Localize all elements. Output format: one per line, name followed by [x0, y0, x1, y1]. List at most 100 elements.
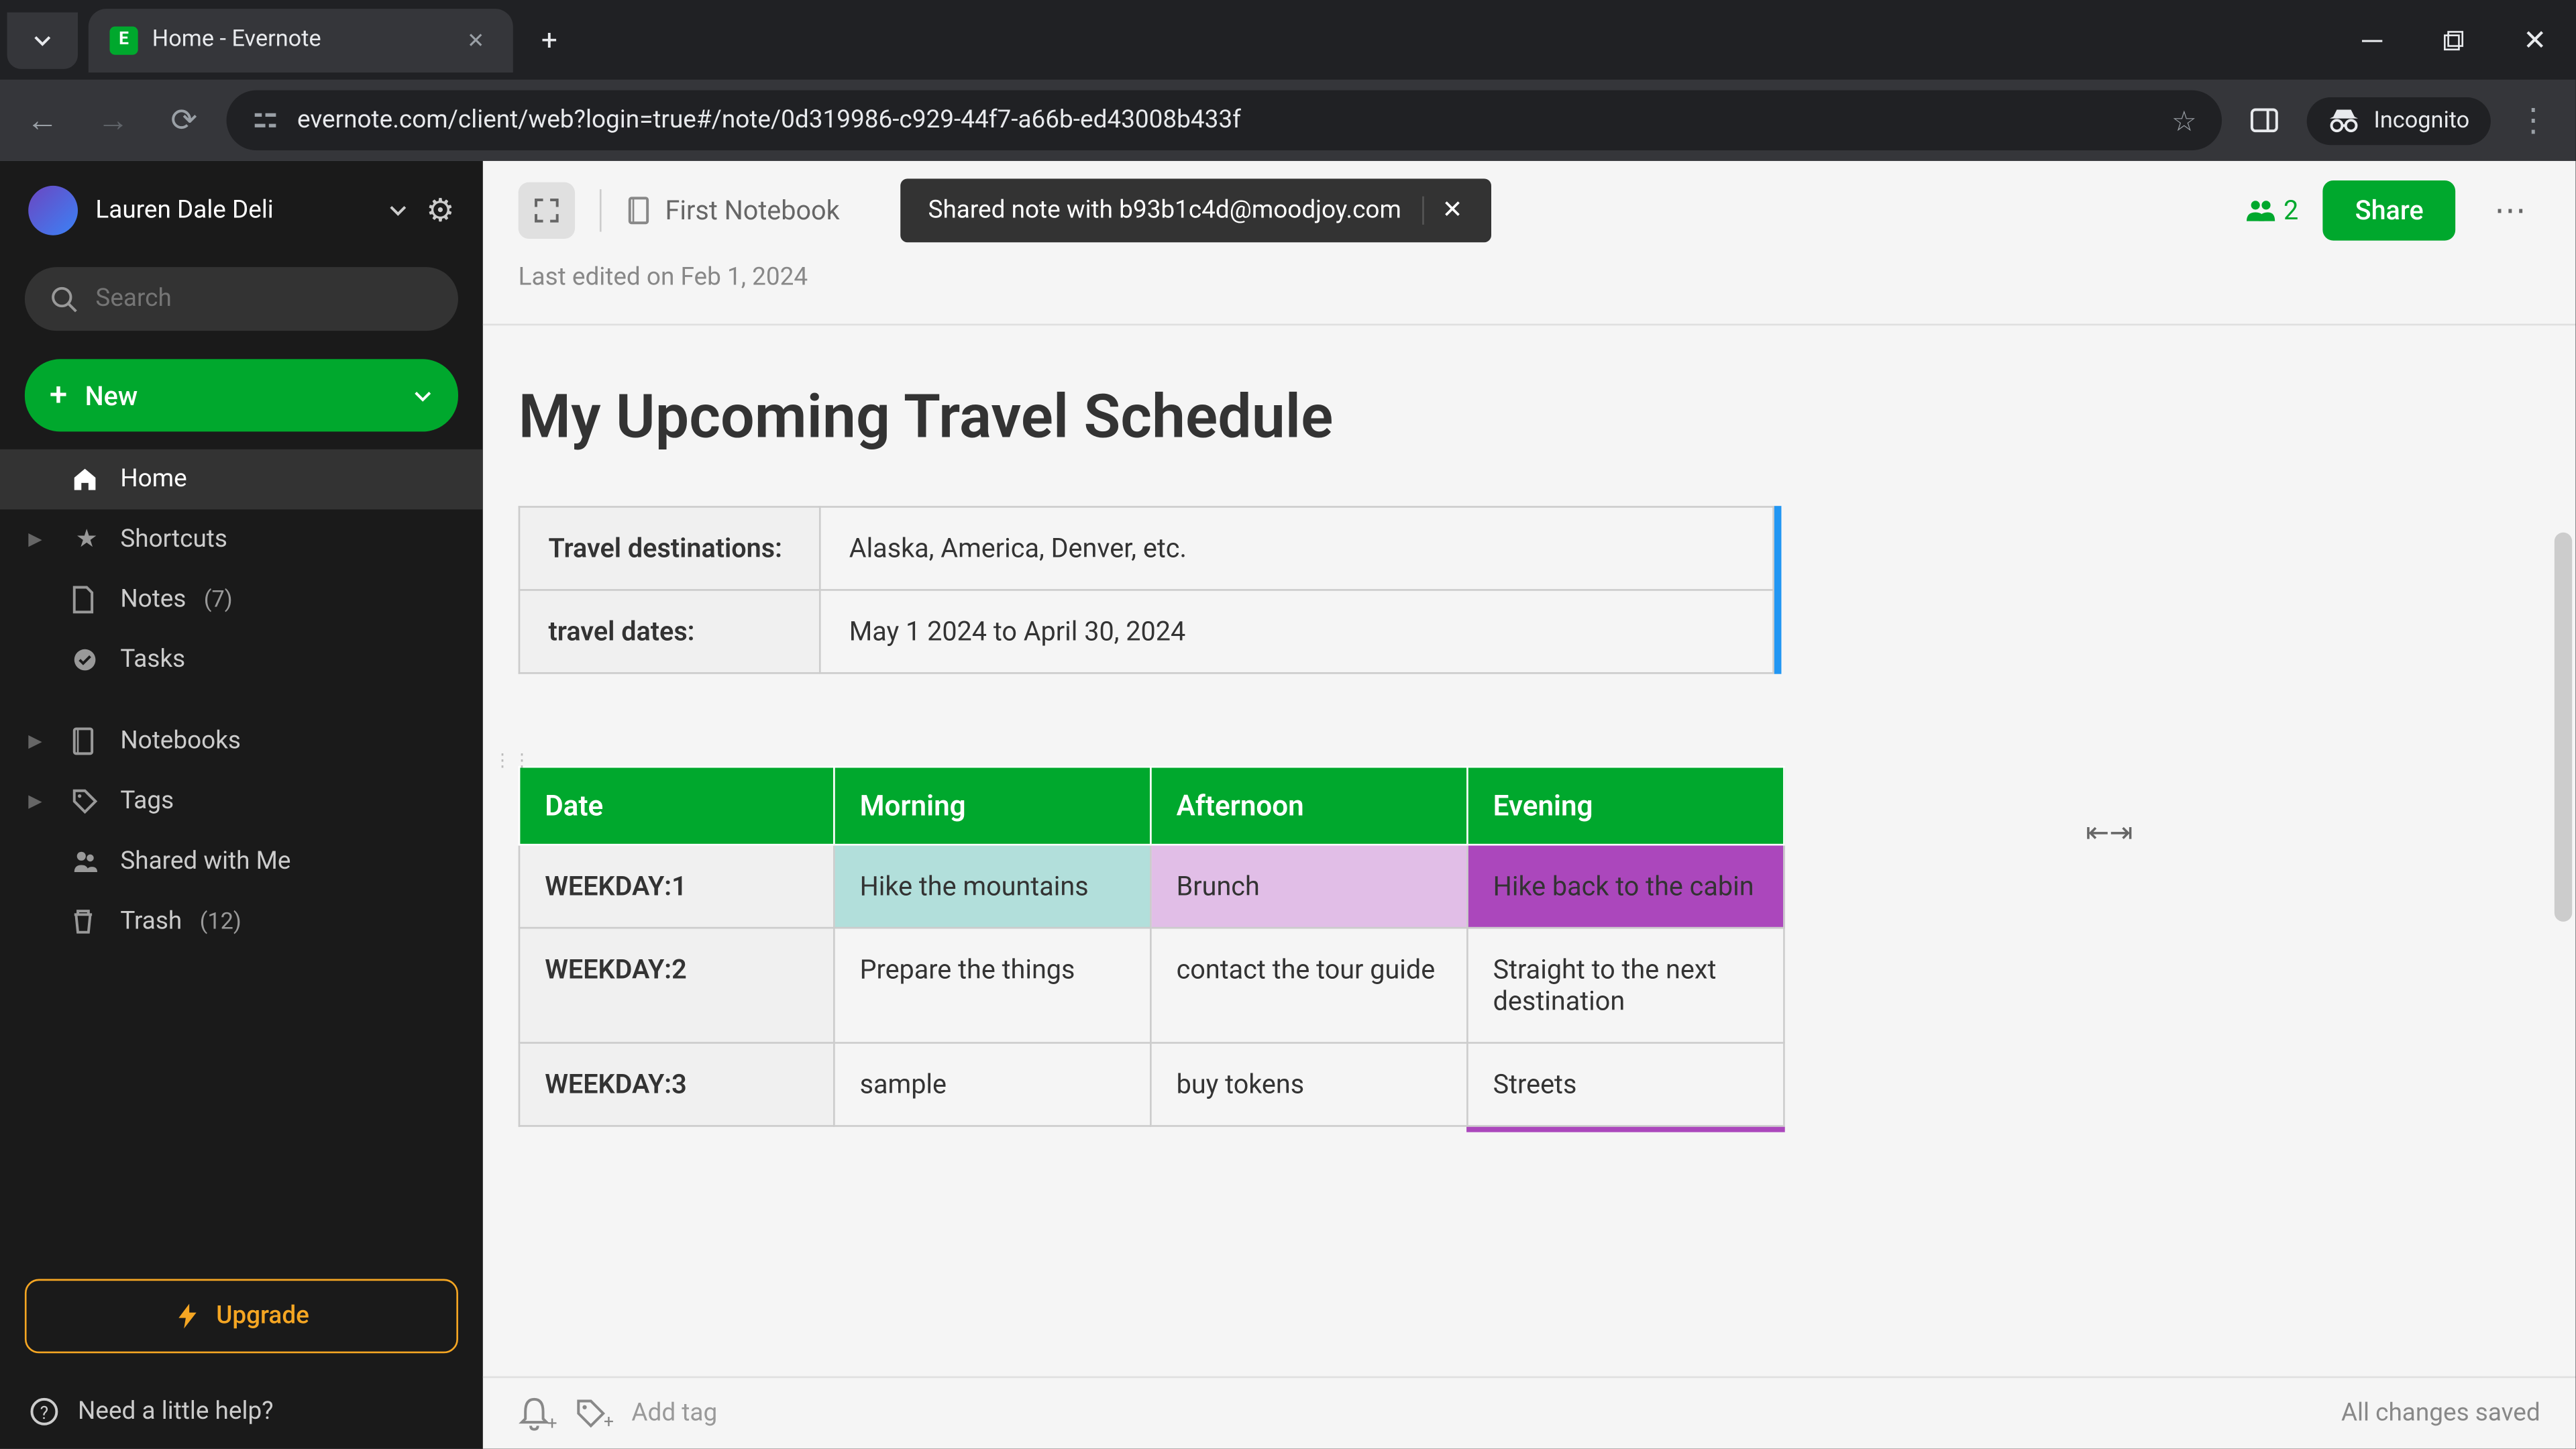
new-tab-button[interactable]: +	[541, 23, 557, 56]
sidebar-item-tasks[interactable]: Tasks	[0, 630, 483, 690]
column-header[interactable]: Morning	[834, 767, 1150, 845]
column-header[interactable]: Evening	[1467, 767, 1784, 845]
share-button[interactable]: Share	[2323, 180, 2455, 241]
table-cell-label[interactable]: Travel destinations:	[519, 507, 820, 590]
notification-close-button[interactable]: ✕	[1422, 197, 1462, 225]
evernote-favicon-icon: E	[109, 25, 138, 54]
tag-icon	[70, 787, 102, 815]
info-table[interactable]: Travel destinations: Alaska, America, De…	[519, 506, 1774, 674]
side-panel-button[interactable]	[2236, 92, 2292, 148]
column-header[interactable]: Afternoon	[1150, 767, 1467, 845]
table-cell-label[interactable]: travel dates:	[519, 590, 820, 673]
divider	[483, 324, 2576, 326]
sidebar-item-label: Shared with Me	[120, 847, 290, 875]
table-cell-value[interactable]: May 1 2024 to April 30, 2024	[820, 590, 1773, 673]
browser-back-button[interactable]: ←	[14, 92, 70, 148]
note-footer: + + Add tag All changes saved	[483, 1377, 2576, 1449]
table-row[interactable]: WEEKDAY:3 sample buy tokens Streets	[519, 1043, 1784, 1126]
sidebar-item-notebooks[interactable]: ▶ Notebooks	[0, 711, 483, 771]
sidebar-item-notes[interactable]: Notes (7)	[0, 570, 483, 630]
search-box[interactable]	[25, 267, 458, 331]
expand-caret-icon[interactable]: ▶	[28, 530, 53, 549]
help-button[interactable]: ? Need a little help?	[0, 1375, 483, 1449]
note-main: First Notebook Shared note with b93b1c4d…	[483, 161, 2576, 1449]
table-row[interactable]: travel dates: May 1 2024 to April 30, 20…	[519, 590, 1774, 673]
incognito-label: Incognito	[2374, 107, 2470, 134]
collaborators-button[interactable]: 2	[2245, 195, 2298, 226]
expand-caret-icon[interactable]: ▶	[28, 731, 53, 751]
table-cell[interactable]: Streets	[1467, 1043, 1784, 1126]
table-cell[interactable]: Brunch	[1150, 845, 1467, 928]
browser-forward-button[interactable]: →	[85, 92, 142, 148]
drag-handle-icon[interactable]: ⋮⋮	[494, 752, 533, 771]
incognito-badge: Incognito	[2306, 97, 2491, 144]
tab-close-button[interactable]: ✕	[460, 24, 492, 56]
table-cell[interactable]: Hike back to the cabin	[1467, 845, 1784, 928]
column-resize-cursor-icon[interactable]: ⇤⇥	[2086, 816, 2133, 849]
site-settings-icon[interactable]	[251, 106, 279, 134]
window-maximize-button[interactable]	[2413, 11, 2494, 68]
avatar	[28, 186, 78, 235]
new-button[interactable]: + New	[25, 359, 458, 431]
sidebar-item-shared[interactable]: Shared with Me	[0, 831, 483, 892]
table-cell[interactable]: WEEKDAY:3	[519, 1043, 834, 1126]
table-row[interactable]: WEEKDAY:1 Hike the mountains Brunch Hike…	[519, 845, 1784, 928]
window-minimize-button[interactable]: ─	[2332, 11, 2413, 68]
browser-menu-button[interactable]: ⋮	[2505, 92, 2561, 148]
add-reminder-button[interactable]: +	[519, 1396, 550, 1432]
sidebar-item-tags[interactable]: ▶ Tags	[0, 771, 483, 832]
note-title[interactable]: My Upcoming Travel Schedule	[519, 382, 2540, 453]
notebook-selector[interactable]: First Notebook	[626, 195, 839, 226]
search-icon	[50, 285, 78, 313]
maximize-icon	[2443, 30, 2465, 51]
expand-caret-icon[interactable]: ▶	[28, 792, 53, 811]
table-row[interactable]: WEEKDAY:2 Prepare the things contact the…	[519, 928, 1784, 1042]
check-circle-icon	[70, 646, 102, 674]
schedule-table-wrap[interactable]: ⋮⋮ Date Morning Afternoon Evening WEEKDA…	[519, 766, 1785, 1127]
add-tag-button[interactable]: +	[575, 1397, 606, 1429]
browser-tab[interactable]: E Home - Evernote ✕	[89, 8, 513, 72]
table-cell[interactable]: contact the tour guide	[1150, 928, 1467, 1042]
note-body[interactable]: My Upcoming Travel Schedule Travel desti…	[483, 361, 2576, 1377]
table-header-row[interactable]: Date Morning Afternoon Evening	[519, 767, 1784, 845]
browser-reload-button[interactable]: ⟳	[156, 92, 212, 148]
more-actions-button[interactable]: ⋯	[2480, 185, 2540, 236]
star-icon: ★	[70, 525, 102, 553]
table-cell-value[interactable]: Alaska, America, Denver, etc.	[820, 507, 1773, 590]
table-cell[interactable]: sample	[834, 1043, 1150, 1126]
sidebar-item-home[interactable]: Home	[0, 449, 483, 510]
expand-icon	[533, 197, 561, 225]
bell-icon	[519, 1396, 550, 1432]
plus-icon: +	[604, 1413, 614, 1433]
sidebar-item-label: Trash	[120, 908, 182, 936]
search-input[interactable]	[95, 285, 433, 313]
sidebar-item-shortcuts[interactable]: ▶ ★ Shortcuts	[0, 509, 483, 570]
add-tag-input[interactable]: Add tag	[631, 1399, 717, 1428]
table-row[interactable]: Travel destinations: Alaska, America, De…	[519, 507, 1774, 590]
svg-text:?: ?	[40, 1403, 48, 1424]
upgrade-button[interactable]: Upgrade	[25, 1279, 458, 1354]
column-header[interactable]: Date	[519, 767, 834, 845]
tab-search-button[interactable]	[7, 11, 78, 68]
table-cell[interactable]: Straight to the next destination	[1467, 928, 1784, 1042]
browser-address-bar: ← → ⟳ evernote.com/client/web?login=true…	[0, 80, 2575, 161]
table-cell[interactable]: Prepare the things	[834, 928, 1150, 1042]
user-name: Lauren Dale Deli	[95, 197, 369, 225]
table-cell[interactable]: buy tokens	[1150, 1043, 1467, 1126]
url-input[interactable]: evernote.com/client/web?login=true#/note…	[227, 90, 2222, 150]
window-controls: ─ ✕	[2332, 11, 2576, 68]
sidebar-item-trash[interactable]: Trash (12)	[0, 892, 483, 952]
table-cell[interactable]: WEEKDAY:1	[519, 845, 834, 928]
bookmark-star-icon[interactable]: ☆	[2171, 103, 2197, 137]
sidebar-item-label: Tasks	[120, 646, 185, 674]
incognito-icon	[2328, 108, 2359, 133]
chevron-down-icon	[412, 385, 433, 407]
table-cell[interactable]: Hike the mountains	[834, 845, 1150, 928]
expand-note-button[interactable]	[519, 182, 575, 239]
last-edited-text: Last edited on Feb 1, 2024	[483, 242, 2576, 323]
settings-gear-icon[interactable]: ⚙	[426, 192, 455, 229]
user-account-row[interactable]: Lauren Dale Deli ⚙	[0, 161, 483, 260]
window-close-button[interactable]: ✕	[2494, 11, 2575, 68]
table-cell[interactable]: WEEKDAY:2	[519, 928, 834, 1042]
vertical-scrollbar[interactable]	[2555, 533, 2572, 922]
